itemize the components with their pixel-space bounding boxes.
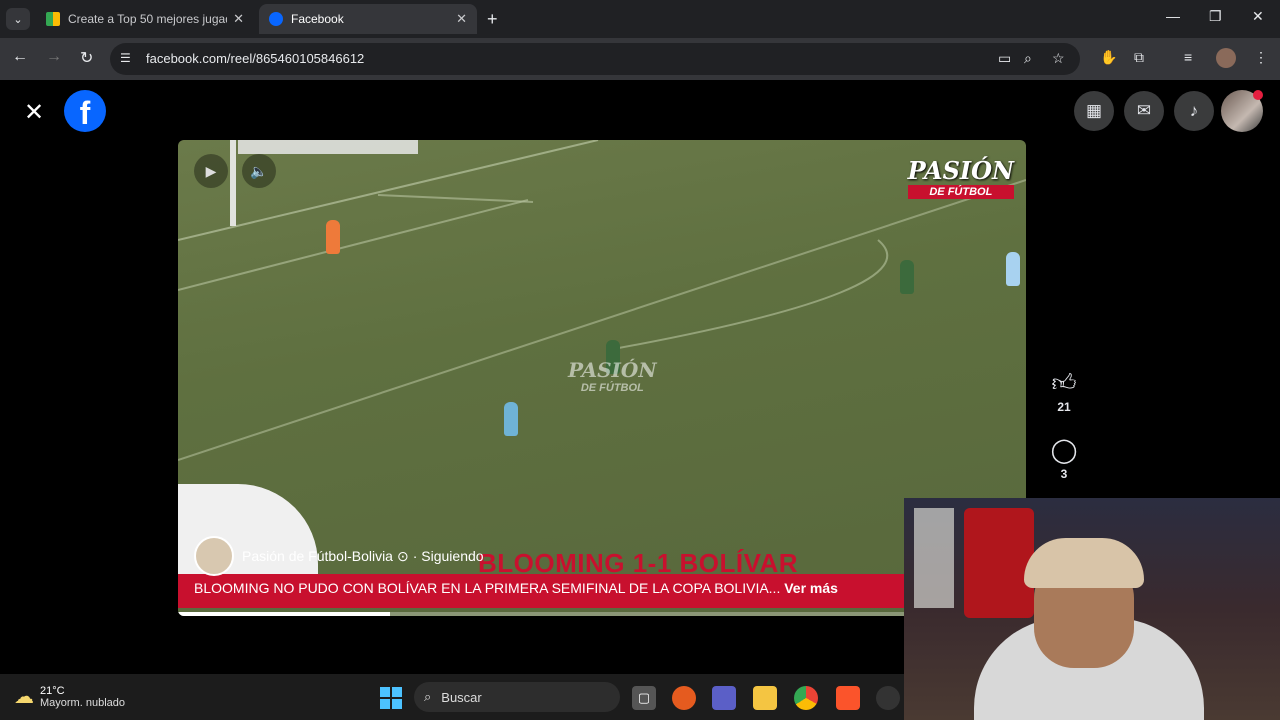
taskbar-search[interactable]: ⌕ Buscar <box>414 682 620 712</box>
browser-tab-bar: ⌄ Create a Top 50 mejores jugado ✕ Faceb… <box>0 0 1280 38</box>
author-name[interactable]: Pasión de Fútbol-Bolivia <box>242 548 393 564</box>
comment-bubble-icon: ◯ <box>1050 437 1078 464</box>
temperature: 21°C <box>40 684 65 697</box>
verified-icon: ⊙ <box>396 547 409 564</box>
like-button[interactable]: 👍︎ 21 <box>1044 370 1084 414</box>
follow-status[interactable]: · Siguiendo <box>413 548 484 564</box>
weather-widget[interactable]: ☁ 21°C Mayorm. nublado <box>14 684 125 709</box>
tab-top50[interactable]: Create a Top 50 mejores jugado ✕ <box>36 4 254 34</box>
video-watermark: PASIÓN DE FÚTBOL <box>568 358 657 394</box>
like-count: 21 <box>1057 400 1071 414</box>
menu-icon[interactable]: ⋮ <box>1254 49 1268 66</box>
windows-start-icon[interactable] <box>380 687 402 709</box>
back-icon[interactable]: ← <box>12 48 28 66</box>
notification-dot <box>1253 90 1263 100</box>
notifications-bell-icon[interactable]: ♪ <box>1174 91 1214 131</box>
facebook-logo[interactable]: f <box>64 90 106 132</box>
teams-icon[interactable] <box>712 686 736 710</box>
video-progress-fill <box>178 612 390 616</box>
bookmark-star-icon[interactable]: ☆ <box>1052 50 1065 67</box>
browser-toolbar: ← → ↻ ☰ facebook.com/reel/86546010584661… <box>0 38 1280 80</box>
tab-close-icon[interactable]: ✕ <box>456 11 467 27</box>
search-placeholder: Buscar <box>441 689 482 705</box>
watermark-title: PASIÓN <box>568 358 657 382</box>
volume-icon[interactable]: 🔈 <box>242 154 276 188</box>
file-explorer-icon[interactable] <box>753 686 777 710</box>
close-window-icon[interactable]: ✕ <box>1252 8 1264 25</box>
play-icon[interactable]: ▶ <box>194 154 228 188</box>
thumbs-up-icon: 👍︎ <box>1051 370 1077 397</box>
comment-button[interactable]: ◯ 3 <box>1044 436 1084 481</box>
cast-icon[interactable]: ▭ <box>998 50 1011 67</box>
weather-condition: Mayorm. nublado <box>40 696 125 709</box>
goalkeeper-player <box>326 220 340 254</box>
see-more-link[interactable]: Ver más <box>784 580 838 596</box>
restore-icon[interactable]: ❐ <box>1209 8 1222 25</box>
site-info-icon[interactable]: ☰ <box>120 51 131 65</box>
media-control-icon[interactable]: ≡ <box>1184 49 1192 65</box>
account-avatar[interactable] <box>1221 90 1263 132</box>
search-icon: ⌕ <box>424 689 432 704</box>
menu-grid-icon[interactable]: ▦ <box>1074 91 1114 131</box>
brand-title: PASIÓN <box>907 156 1014 185</box>
caption-text: BLOOMING NO PUDO CON BOLÍVAR EN LA PRIME… <box>194 580 781 596</box>
player-blue <box>504 402 518 436</box>
extension-icon[interactable]: ✋ <box>1100 49 1117 66</box>
messenger-icon[interactable]: ✉ <box>1124 91 1164 131</box>
reel-author[interactable]: Pasión de Fútbol-Bolivia ⊙ · Siguiendo <box>194 536 484 576</box>
chrome-icon[interactable] <box>794 686 818 710</box>
jersey-on-wall <box>964 508 1034 618</box>
brand-subtitle: DE FÚTBOL <box>907 185 1014 199</box>
reel-caption: BLOOMING NO PUDO CON BOLÍVAR EN LA PRIME… <box>194 580 838 596</box>
new-tab-button[interactable]: + <box>487 9 498 30</box>
tab-title: Facebook <box>291 12 344 26</box>
tab-facebook[interactable]: Facebook ✕ <box>259 4 477 34</box>
author-avatar[interactable] <box>194 536 234 576</box>
obs-icon[interactable] <box>876 686 900 710</box>
sheets-favicon-icon <box>46 12 60 26</box>
brave-icon[interactable] <box>836 686 860 710</box>
firefox-icon[interactable] <box>672 686 696 710</box>
player-green <box>900 260 914 294</box>
tab-close-icon[interactable]: ✕ <box>233 11 244 27</box>
windows-taskbar: ☁ 21°C Mayorm. nublado ⌕ Buscar ▢ <box>0 674 904 720</box>
address-bar[interactable]: ☰ facebook.com/reel/865460105846612 ▭ ⌕ … <box>110 43 1080 75</box>
cloud-sun-icon: ☁ <box>14 686 34 708</box>
reel-video[interactable]: ▶ 🔈 PASIÓN DE FÚTBOL PASIÓN DE FÚTBOL BL… <box>178 140 1026 616</box>
facebook-favicon-icon <box>269 12 283 26</box>
tab-search-button[interactable]: ⌄ <box>6 8 30 30</box>
profile-avatar[interactable] <box>1216 48 1236 68</box>
streamer-webcam-overlay <box>904 498 1280 720</box>
zoom-icon[interactable]: ⌕ <box>1024 50 1032 67</box>
minimize-icon[interactable]: — <box>1166 8 1180 24</box>
tab-title: Create a Top 50 mejores jugado <box>68 12 228 26</box>
extensions-puzzle-icon[interactable]: ⧉ <box>1134 49 1144 66</box>
reload-icon[interactable]: ↻ <box>80 48 93 68</box>
channel-brand-logo: PASIÓN DE FÚTBOL <box>907 156 1014 199</box>
comment-count: 3 <box>1060 467 1068 481</box>
video-progress-bar[interactable] <box>178 612 1026 616</box>
streamer-cap <box>1024 538 1144 588</box>
task-view-icon[interactable]: ▢ <box>632 686 656 710</box>
forward-icon[interactable]: → <box>46 48 62 66</box>
player-blue <box>1006 252 1020 286</box>
wall-poster <box>914 508 954 608</box>
close-reel-icon[interactable]: ✕ <box>24 98 44 127</box>
watermark-subtitle: DE FÚTBOL <box>580 382 644 394</box>
url-text[interactable]: facebook.com/reel/865460105846612 <box>146 51 364 66</box>
